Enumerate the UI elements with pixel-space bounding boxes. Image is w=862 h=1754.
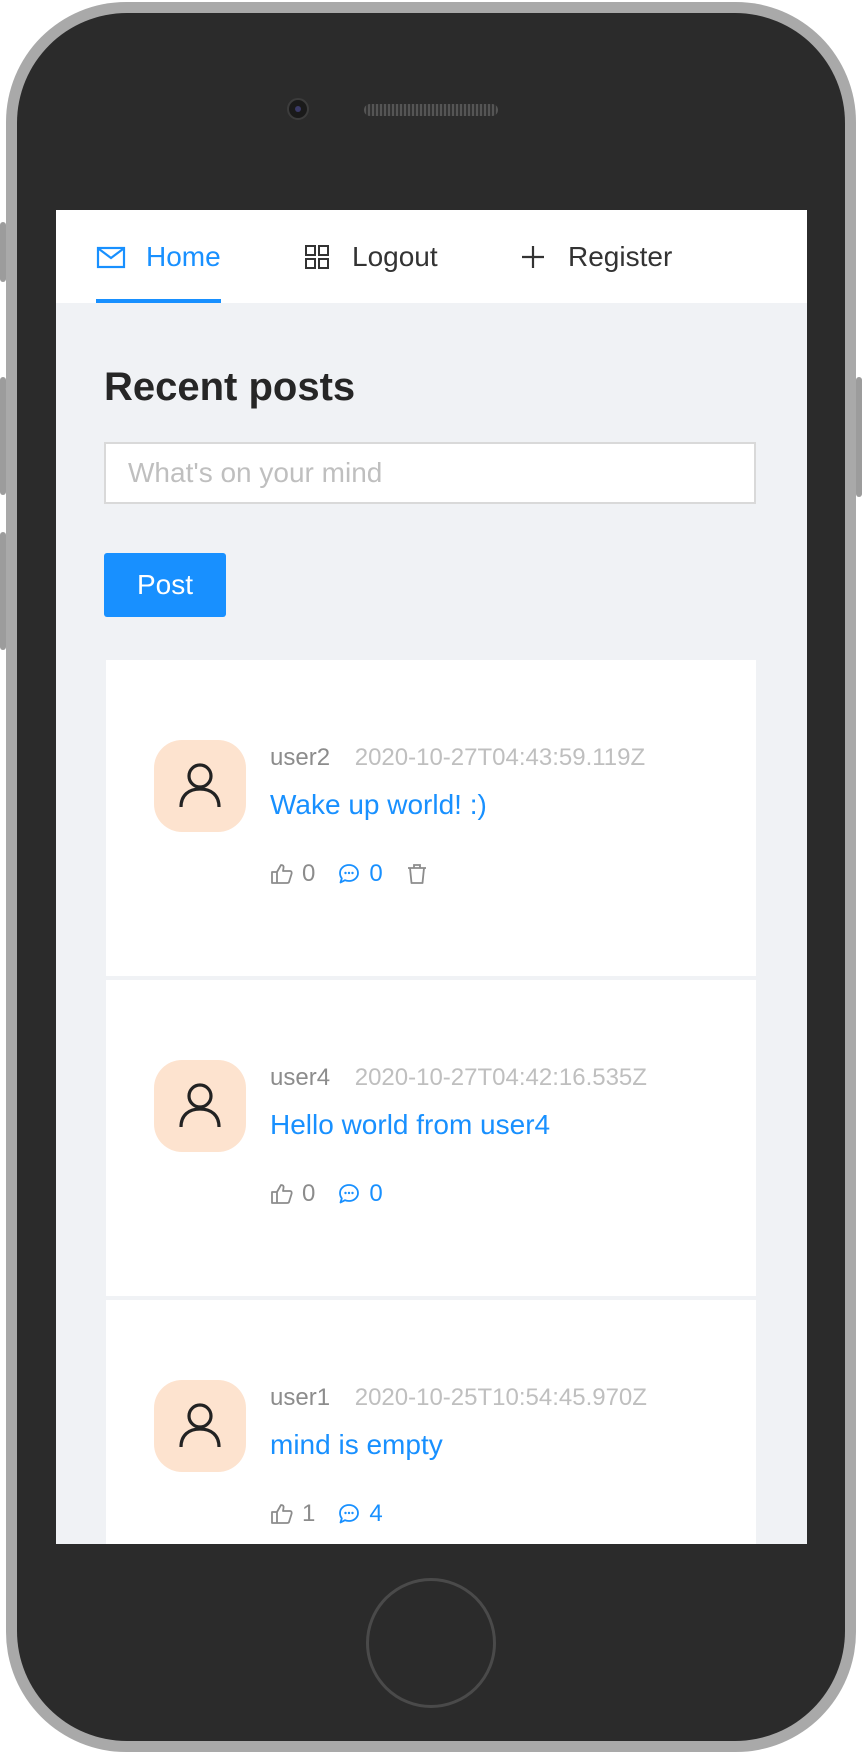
post-button[interactable]: Post [104,553,226,617]
post-input[interactable] [104,442,756,504]
power-button [856,377,862,497]
comment-count: 0 [369,1180,383,1207]
post-actions: 0 0 [270,860,459,888]
page-title: Recent posts [104,365,356,409]
avatar [154,1380,246,1472]
post-meta: user1 2020-10-25T10:54:45.970Z [270,1384,647,1412]
like-button[interactable]: 1 [270,1500,315,1528]
comment-icon [337,1502,361,1526]
comment-count: 0 [369,860,383,887]
post-content[interactable]: mind is empty [270,1429,443,1461]
volume-down-button [0,532,6,650]
post-card: user2 2020-10-27T04:43:59.119Z Wake up w… [106,660,756,976]
earpiece-speaker [364,104,498,116]
post-time: 2020-10-27T04:42:16.535Z [354,1064,647,1091]
post-card: user4 2020-10-27T04:42:16.535Z Hello wor… [106,980,756,1296]
post-meta: user2 2020-10-27T04:43:59.119Z [270,744,645,772]
mail-icon [96,242,126,272]
user-icon [179,1083,221,1128]
nav-item-label: Logout [352,240,438,272]
avatar [154,740,246,832]
post-meta: user4 2020-10-27T04:42:16.535Z [270,1064,647,1092]
user-icon [179,1403,221,1448]
comment-icon [337,1182,361,1206]
like-button[interactable]: 0 [270,860,315,888]
nav-item-home[interactable]: Home [96,210,221,303]
user-icon [179,763,221,808]
silent-switch [0,222,6,282]
nav-item-logout[interactable]: Logout [302,210,438,303]
like-button[interactable]: 0 [270,1180,315,1208]
post-time: 2020-10-27T04:43:59.119Z [354,744,646,771]
comment-count: 4 [369,1500,383,1527]
like-count: 1 [302,1500,316,1527]
post-author[interactable]: user4 [270,1064,330,1091]
delete-button[interactable] [405,862,437,886]
nav-item-register[interactable]: Register [518,210,672,303]
plus-icon [518,242,548,272]
volume-up-button [0,377,6,495]
appstore-icon [302,242,332,272]
comment-button[interactable]: 0 [337,860,383,888]
post-author[interactable]: user2 [270,744,330,771]
like-count: 0 [302,860,316,887]
comment-icon [337,862,361,886]
post-time: 2020-10-25T10:54:45.970Z [354,1384,647,1411]
like-icon [270,1182,294,1206]
like-icon [270,1502,294,1526]
nav-item-label: Home [146,240,221,272]
post-content[interactable]: Wake up world! :) [270,789,487,821]
like-icon [270,862,294,886]
nav-item-label: Register [568,240,673,272]
home-button[interactable] [366,1578,496,1708]
comment-button[interactable]: 4 [337,1500,383,1528]
post-actions: 0 0 [270,1180,405,1208]
post-content[interactable]: Hello world from user4 [270,1109,550,1141]
front-camera [287,98,309,120]
app-screen: Home Logout Register Recent posts Post u… [56,210,807,1544]
delete-icon [405,862,429,886]
post-actions: 1 4 [270,1500,405,1528]
post-card: user1 2020-10-25T10:54:45.970Z mind is e… [106,1300,756,1544]
comment-button[interactable]: 0 [337,1180,383,1208]
top-nav: Home Logout Register [56,210,807,303]
like-count: 0 [302,1180,316,1207]
post-author[interactable]: user1 [270,1384,330,1411]
avatar [154,1060,246,1152]
